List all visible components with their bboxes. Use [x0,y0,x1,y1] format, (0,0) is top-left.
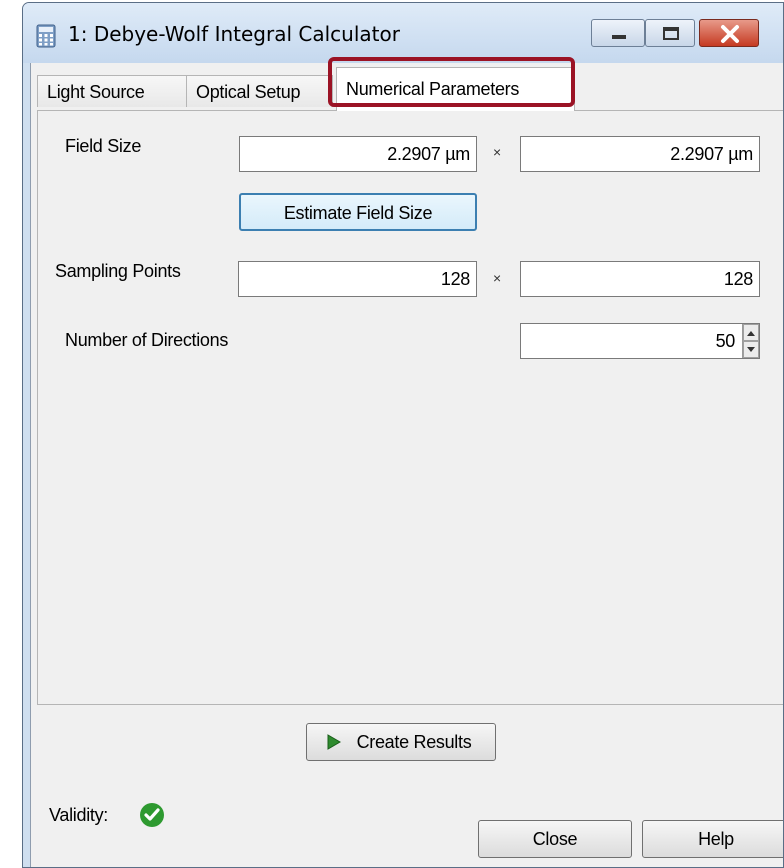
sampling-points-y-input[interactable]: 128 [520,261,760,297]
play-icon [327,734,341,750]
validity-label: Validity: [49,805,108,825]
estimate-field-size-button[interactable]: Estimate Field Size [239,193,477,231]
calculator-icon [36,24,56,48]
sampling-points-times-sign: × [493,270,502,286]
spin-up-button[interactable] [743,324,759,341]
minimize-button[interactable] [591,19,645,47]
directions-spinner[interactable] [742,324,759,358]
tab-highlight-box [328,57,575,107]
field-size-times-sign: × [493,144,502,160]
close-button[interactable]: Close [478,820,632,858]
window-client: Light Source Optical Setup Numerical Par… [30,57,783,867]
number-of-directions-input[interactable]: 50 [520,323,760,359]
close-window-button[interactable] [699,19,759,47]
spin-down-button[interactable] [743,341,759,358]
create-results-label: Create Results [356,732,472,752]
check-icon [140,803,164,827]
help-button[interactable]: Help [642,820,783,858]
maximize-button[interactable] [645,19,695,47]
field-size-x-input[interactable]: 2.2907 µm [239,136,477,172]
sampling-points-label: Sampling Points [55,261,181,281]
field-size-y-input[interactable]: 2.2907 µm [520,136,760,172]
number-of-directions-label: Number of Directions [65,330,229,350]
numerical-parameters-panel: Field Size 2.2907 µm × 2.2907 µm Estimat… [37,110,783,705]
tab-light-source[interactable]: Light Source [37,75,187,107]
caret-down-icon [747,347,755,352]
field-size-label: Field Size [65,136,142,156]
create-results-button[interactable]: Create Results [306,723,496,761]
maximize-icon [663,27,679,40]
close-icon [721,25,739,43]
calculator-window: 1: Debye-Wolf Integral Calculator Light … [22,2,784,868]
tab-optical-setup[interactable]: Optical Setup [187,75,333,107]
sampling-points-x-input[interactable]: 128 [238,261,477,297]
caret-up-icon [747,331,755,336]
title-bar[interactable]: 1: Debye-Wolf Integral Calculator [23,3,783,63]
window-title: 1: Debye-Wolf Integral Calculator [68,22,400,46]
minimize-icon [612,35,626,39]
